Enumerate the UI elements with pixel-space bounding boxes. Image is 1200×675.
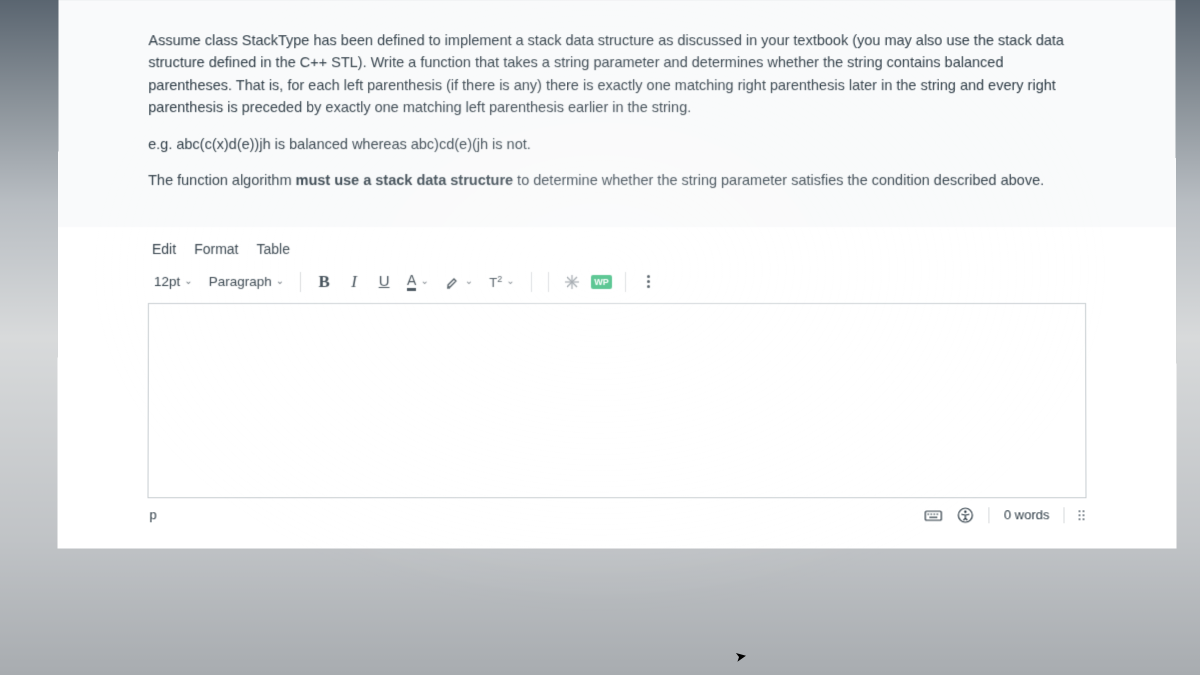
clear-format-icon: [564, 274, 580, 290]
kebab-icon: [645, 273, 652, 290]
separator: [625, 272, 626, 292]
quiz-screen: A Assume class StackType has been define…: [57, 0, 1176, 548]
highlight-dropdown[interactable]: ⌄: [441, 272, 477, 292]
editor-textarea[interactable]: [148, 303, 1087, 498]
text-color-dropdown[interactable]: A ⌄: [403, 271, 433, 293]
rich-text-editor: Edit Format Table 12pt ⌄ Paragraph ⌄ B I…: [57, 227, 1176, 548]
element-path[interactable]: p: [149, 508, 156, 523]
more-options-button[interactable]: [638, 271, 660, 293]
chevron-down-icon: ⌄: [420, 276, 428, 287]
separator: [531, 272, 532, 292]
word-count[interactable]: 0 words: [1004, 508, 1050, 523]
question-paragraph-1: Assume class StackType has been defined …: [148, 30, 1085, 120]
text-color-icon: A: [407, 273, 416, 291]
resize-handle[interactable]: [1079, 510, 1085, 520]
bold-button[interactable]: B: [313, 271, 335, 293]
separator: [548, 272, 549, 292]
keyboard-icon[interactable]: [925, 506, 943, 524]
separator: [989, 507, 990, 523]
menu-table[interactable]: Table: [256, 241, 289, 257]
font-size-dropdown[interactable]: 12pt ⌄: [150, 272, 197, 291]
mouse-cursor-icon: ➤: [734, 647, 749, 666]
wp-icon: WP: [591, 275, 612, 289]
clear-formatting-button[interactable]: [561, 271, 583, 293]
superscript-icon: T2: [489, 274, 502, 290]
question-text: Assume class StackType has been defined …: [58, 0, 1176, 227]
editor-status-bar: p: [147, 502, 1086, 528]
separator: [300, 272, 301, 292]
italic-button[interactable]: I: [343, 271, 365, 293]
chevron-down-icon: ⌄: [506, 276, 514, 287]
editor-toolbar: 12pt ⌄ Paragraph ⌄ B I U A ⌄ ⌄: [148, 267, 1086, 303]
superscript-dropdown[interactable]: T2 ⌄: [485, 272, 518, 292]
accessibility-icon[interactable]: [957, 506, 975, 524]
question-paragraph-3: The function algorithm must use a stack …: [148, 170, 1086, 192]
paragraph-dropdown[interactable]: Paragraph ⌄: [205, 272, 288, 291]
chevron-down-icon: ⌄: [276, 276, 284, 287]
chevron-down-icon: ⌄: [465, 276, 473, 287]
underline-button[interactable]: U: [373, 271, 395, 293]
embed-button[interactable]: WP: [591, 271, 613, 293]
chevron-down-icon: ⌄: [184, 276, 192, 287]
separator: [1063, 507, 1064, 523]
question-paragraph-2: e.g. abc(c(x)d(e))jh is balanced whereas…: [148, 134, 1086, 156]
menu-format[interactable]: Format: [194, 241, 238, 257]
editor-menu-bar: Edit Format Table: [148, 235, 1086, 267]
menu-edit[interactable]: Edit: [152, 241, 176, 257]
highlighter-icon: [445, 274, 461, 290]
